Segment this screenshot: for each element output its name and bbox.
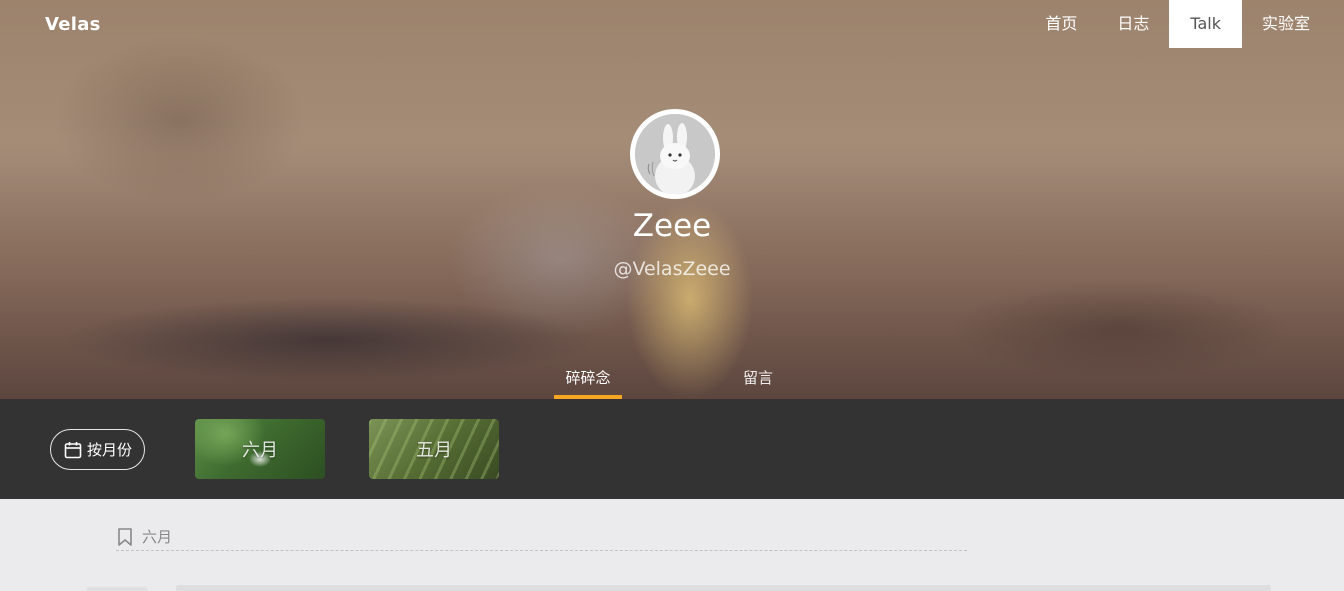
tab-guestbook[interactable]: 留言 (730, 364, 786, 399)
rabbit-avatar-icon (635, 114, 715, 194)
profile-handle: @VelasZeee (613, 258, 731, 280)
nav-item-talk[interactable]: Talk (1169, 0, 1242, 48)
section-title: 六月 (142, 528, 173, 546)
by-month-button[interactable]: 按月份 (50, 429, 145, 470)
site-brand[interactable]: Velas (45, 14, 101, 35)
profile-tabs: 碎碎念 留言 (0, 364, 1344, 399)
post-card (176, 585, 1271, 591)
month-thumb-june[interactable]: 六月 (195, 419, 325, 479)
by-month-label: 按月份 (86, 441, 132, 459)
nav-item-home[interactable]: 首页 (1025, 0, 1097, 48)
post-card-edge (86, 587, 148, 591)
month-filter-bar: 按月份 六月 五月 (0, 399, 1344, 499)
nav-item-lab[interactable]: 实验室 (1242, 0, 1330, 48)
bookmark-icon (118, 527, 132, 546)
section-heading: 六月 (116, 523, 967, 551)
avatar[interactable] (630, 109, 720, 199)
month-thumb-label: 六月 (242, 440, 278, 461)
profile-name: Zeee (632, 208, 712, 244)
profile-banner: Velas 首页 日志 Talk 实验室 Zeee @VelasZeee 碎碎念… (0, 0, 1344, 399)
tab-murmurs[interactable]: 碎碎念 (554, 364, 622, 399)
month-thumb-label: 五月 (416, 440, 452, 461)
month-thumb-may[interactable]: 五月 (369, 419, 499, 479)
nav-item-blog[interactable]: 日志 (1097, 0, 1169, 48)
calendar-icon (64, 441, 82, 458)
top-nav: 首页 日志 Talk 实验室 (1025, 0, 1330, 48)
